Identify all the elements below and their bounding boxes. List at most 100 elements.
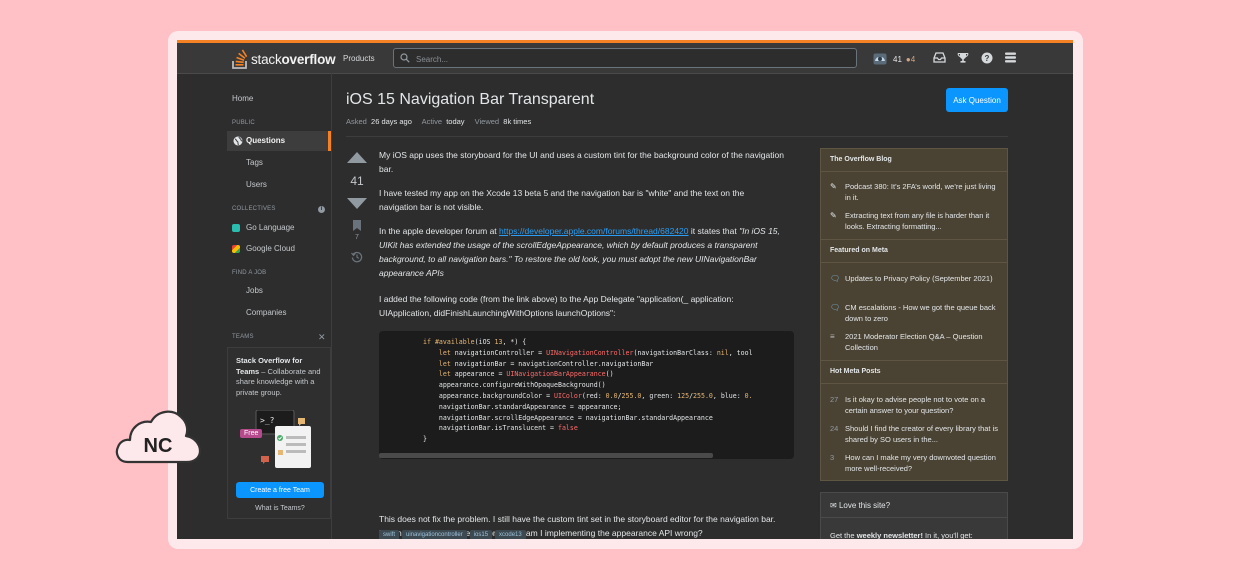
post-paragraph-1: My iOS app uses the storyboard for the U… — [379, 150, 784, 174]
what-is-teams-link[interactable]: What is Teams? — [228, 505, 332, 512]
asked-label: Asked — [346, 117, 367, 126]
ask-question-button[interactable]: Ask Question — [946, 88, 1008, 112]
nav-jobs[interactable]: Jobs — [246, 286, 263, 295]
love-this-site-widget: ✉ Love this site? Get the weekly newslet… — [820, 492, 1008, 539]
nav-home[interactable]: Home — [232, 94, 253, 103]
help-icon[interactable]: ? — [981, 52, 993, 64]
blog-header: The Overflow Blog — [821, 149, 1007, 171]
go-language-icon — [232, 223, 240, 232]
collective-google-cloud-label: Google Cloud — [246, 244, 295, 253]
tag-xcode13[interactable]: xcode13 — [495, 530, 526, 539]
divider — [821, 383, 1007, 384]
site-switcher-icon[interactable] — [1005, 52, 1016, 63]
reputation-count: 41 — [893, 54, 902, 64]
comment-icon: 🗨 — [830, 274, 841, 283]
stackoverflow-logo[interactable]: stackoverflow — [232, 49, 336, 69]
upvote-icon[interactable] — [347, 152, 367, 163]
search-input[interactable] — [414, 51, 848, 67]
viewed-value: 8k times — [503, 117, 532, 126]
products-menu[interactable]: Products — [343, 54, 375, 63]
search-icon — [400, 53, 410, 63]
nav-section-find-a-job: FIND A JOB — [232, 270, 267, 276]
p3-before: In the apple developer forum at — [379, 226, 500, 236]
globe-icon — [233, 136, 243, 146]
teams-illustration: >_? — [255, 410, 311, 468]
newsletter-link[interactable]: weekly newsletter! — [857, 531, 923, 539]
active-value[interactable]: today — [446, 117, 464, 126]
meta-header: Featured on Meta — [821, 240, 1007, 262]
create-free-team-button[interactable]: Create a free Team — [236, 482, 324, 498]
pencil-icon: ✎ — [830, 211, 837, 220]
divider — [821, 171, 1007, 172]
question-title[interactable]: iOS 15 Navigation Bar Transparent — [346, 91, 594, 109]
google-cloud-icon — [232, 244, 240, 253]
close-icon[interactable]: ✕ — [318, 332, 326, 343]
tag-uinavigationcontroller[interactable]: uinavigationcontroller — [402, 530, 467, 539]
user-reputation[interactable]: 41 ●4 — [873, 51, 915, 67]
bookmark-count: 7 — [355, 234, 359, 241]
apple-forum-link[interactable]: https://developer.apple.com/forums/threa… — [499, 226, 688, 236]
code-block[interactable]: if #available(iOS 13, *) { let navigatio… — [379, 331, 794, 459]
blog-title: The Overflow Blog — [830, 156, 892, 163]
history-icon[interactable] — [351, 251, 363, 263]
post-paragraph-2: I have tested my app on the Xcode 13 bet… — [379, 188, 745, 212]
logo-text-bold: overflow — [281, 51, 336, 67]
avatar — [873, 53, 887, 65]
stack-logo-icon — [232, 49, 248, 69]
bronze-badge-count: ●4 — [905, 54, 916, 64]
divider — [821, 262, 1007, 263]
asked-value: 26 days ago — [371, 117, 412, 126]
collective-go-language[interactable]: Go Language — [232, 223, 295, 232]
nav-questions[interactable]: Questions — [227, 131, 331, 151]
mail-icon: ✉ — [830, 501, 837, 510]
nav-companies[interactable]: Companies — [246, 308, 286, 317]
right-sidebar-widget: The Overflow Blog ✎ Podcast 380: It’s 2FA… — [820, 148, 1008, 481]
stackoverflow-page: stackoverflow Products 41 ●4 — [177, 40, 1073, 539]
svg-text:>_?: >_? — [260, 416, 275, 425]
newsletter-text: Get the weekly newsletter! In it, you'll… — [830, 531, 973, 539]
svg-text:?: ? — [985, 54, 990, 63]
code-text: if #available(iOS 13, *) { let navigatio… — [423, 338, 753, 444]
downvote-icon[interactable] — [347, 198, 367, 209]
tag-swift[interactable]: swift — [379, 530, 399, 539]
post-paragraph-4: I added the following code (from the lin… — [379, 294, 734, 318]
p3-after: it states that — [688, 226, 740, 236]
viewed-label: Viewed — [474, 117, 500, 126]
meta-title: Featured on Meta — [830, 247, 888, 254]
divider — [821, 517, 1007, 518]
tag-ios15[interactable]: ios15 — [469, 530, 493, 539]
post-paragraph-3: In the apple developer forum at https://… — [379, 224, 784, 280]
achievements-icon[interactable] — [957, 52, 969, 63]
nav-tags[interactable]: Tags — [246, 158, 263, 167]
bookmark-icon[interactable] — [353, 220, 361, 231]
search-box[interactable] — [393, 48, 857, 68]
nav-questions-label: Questions — [246, 136, 286, 145]
top-bar: stackoverflow Products 41 ●4 — [177, 43, 1073, 74]
love-title: Love this site? — [838, 501, 891, 510]
collective-google-cloud[interactable]: Google Cloud — [232, 244, 295, 253]
nav-section-public: PUBLIC — [232, 120, 255, 126]
inbox-icon[interactable] — [933, 52, 946, 63]
nav-section-collectives: COLLECTIVES — [232, 206, 276, 212]
hot-meta-title: Hot Meta Posts — [830, 368, 881, 375]
teams-promo: Stack Overflow for Teams – Collaborate a… — [227, 347, 331, 519]
question-meta: Asked 26 days ago Active today Viewed 8k… — [346, 117, 539, 126]
vote-count: 41 — [350, 174, 364, 188]
hot-meta-header: Hot Meta Posts — [821, 361, 1007, 383]
left-divider — [331, 73, 332, 539]
teams-promo-text: Stack Overflow for Teams – Collaborate a… — [236, 356, 326, 398]
nav-users[interactable]: Users — [246, 180, 267, 189]
logo-text-plain: stack — [251, 51, 282, 67]
comment-icon: 🗨 — [830, 303, 841, 312]
question-tags: swift uinavigationcontroller ios15 xcode… — [379, 530, 526, 539]
active-label: Active — [421, 117, 443, 126]
nav-section-teams: TEAMS — [232, 334, 254, 340]
stack-small-icon: ≡ — [830, 332, 835, 341]
nc-cloud-logo: NC — [115, 410, 202, 464]
free-badge: Free — [240, 429, 263, 438]
code-scrollbar[interactable] — [379, 453, 713, 458]
collective-go-label: Go Language — [246, 223, 295, 232]
info-icon[interactable]: i — [318, 206, 325, 213]
love-header: ✉ Love this site? — [830, 501, 890, 510]
pencil-icon: ✎ — [830, 182, 837, 191]
